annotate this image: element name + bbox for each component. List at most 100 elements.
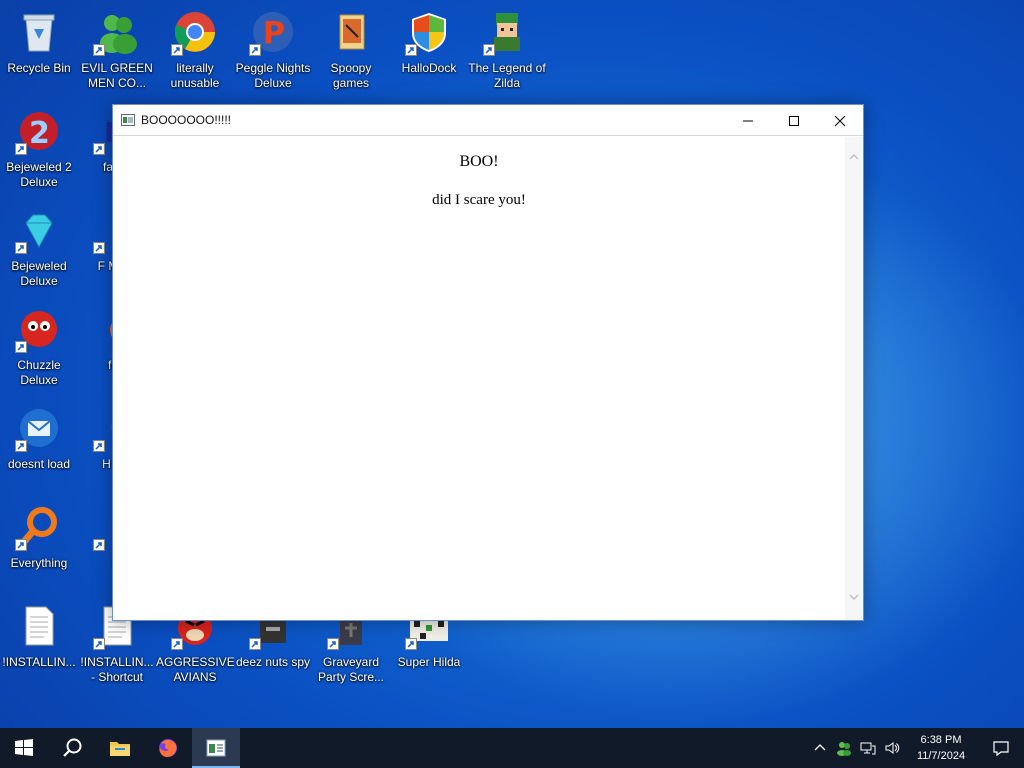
desktop-icon-literally-unusable[interactable]: literally unusable	[156, 4, 234, 96]
desktop-icon-label: literally unusable	[170, 61, 220, 90]
firefox-button[interactable]	[144, 728, 192, 768]
minimize-icon	[743, 120, 753, 121]
desktop-icon-spoopy-games[interactable]: Spoopy games	[312, 4, 390, 96]
start-button[interactable]	[0, 728, 48, 768]
desktop-icon-label: Chuzzle Deluxe	[17, 358, 61, 387]
boo-heading: BOO!	[459, 153, 499, 170]
shortcut-arrow-icon	[249, 44, 261, 56]
show-hidden-icons-button[interactable]	[808, 728, 832, 768]
desktop-icon-label: Graveyard Party Scre...	[317, 655, 385, 684]
desktop-icon-legend-of-zilda[interactable]: The Legend of Zilda	[468, 4, 546, 96]
app-window-icon	[206, 739, 226, 757]
desktop-icon-recycle-bin[interactable]: Recycle Bin	[0, 4, 78, 96]
shortcut-arrow-icon	[15, 440, 27, 452]
start-icon	[15, 739, 33, 756]
shortcut-arrow-icon	[93, 242, 105, 254]
desktop-icon-evil-green-men[interactable]: EVIL GREEN MEN CO...	[78, 4, 156, 96]
magnifier-icon	[15, 503, 63, 551]
search-button[interactable]	[48, 728, 96, 768]
desktop-icon-label: HalloDock	[401, 61, 457, 75]
desktop-icon-label: !INSTALLIN...	[2, 655, 76, 669]
maximize-icon	[789, 115, 799, 126]
minimize-button[interactable]	[725, 105, 771, 136]
shortcut-arrow-icon	[93, 638, 105, 650]
action-center-button[interactable]	[978, 728, 1024, 768]
shortcut-arrow-icon	[93, 440, 105, 452]
app-window-icon	[121, 114, 135, 126]
svg-text:P: P	[263, 16, 285, 51]
window-titlebar[interactable]: BOOOOOOO!!!!!	[113, 105, 863, 136]
desktop-icon-label: Bejeweled Deluxe	[11, 259, 67, 288]
desktop-icon-label: deez nuts spy	[235, 655, 311, 669]
desktop-icon-label: Everything	[10, 556, 68, 570]
shortcut-arrow-icon	[405, 638, 417, 650]
shortcut-arrow-icon	[171, 44, 183, 56]
windows-shield-icon	[405, 8, 453, 56]
desktop-icon-label: doesnt load	[7, 457, 71, 471]
volume-button[interactable]	[880, 728, 904, 768]
desktop-icon-label: Peggle Nights Deluxe	[235, 61, 311, 90]
notification-icon	[993, 741, 1009, 757]
desktop-icon-everything[interactable]: Everything	[0, 499, 78, 591]
shortcut-arrow-icon	[93, 539, 105, 551]
search-icon	[63, 738, 82, 757]
diamond-icon	[15, 206, 63, 254]
shortcut-arrow-icon	[15, 341, 27, 353]
desktop-icon-label: EVIL GREEN MEN CO...	[81, 61, 153, 90]
shortcut-arrow-icon	[483, 44, 495, 56]
shortcut-arrow-icon	[15, 539, 27, 551]
boo-app-taskbar-button[interactable]	[192, 728, 240, 768]
desktop-icon-doesnt-load[interactable]: doesnt load	[0, 400, 78, 492]
desktop-icon-bejeweled-2[interactable]: 2 Bejeweled 2 Deluxe	[0, 103, 78, 195]
boo-window[interactable]: BOOOOOOO!!!!! BOO! did I scare you!	[112, 104, 864, 621]
firefox-icon	[159, 739, 177, 757]
taskbar: 6:38 PM 11/7/2024	[0, 728, 1024, 768]
chuzzle-icon	[15, 305, 63, 353]
desktop-icon-bejeweled[interactable]: Bejeweled Deluxe	[0, 202, 78, 294]
shortcut-arrow-icon	[93, 44, 105, 56]
shortcut-arrow-icon	[15, 143, 27, 155]
people-icon	[837, 742, 851, 756]
desktop-icon-hallodock[interactable]: HalloDock	[390, 4, 468, 96]
green-men-icon	[93, 8, 141, 56]
desktop-icon-peggle[interactable]: P Peggle Nights Deluxe	[234, 4, 312, 96]
desktop-icon-installing[interactable]: !INSTALLIN...	[0, 598, 78, 690]
scare-message: did I scare you!	[432, 192, 526, 208]
text-file-icon	[15, 602, 63, 650]
svg-text:2: 2	[29, 116, 50, 151]
system-tray: 6:38 PM 11/7/2024	[808, 728, 1024, 768]
chrome-icon	[171, 8, 219, 56]
close-button[interactable]	[817, 105, 863, 136]
file-explorer-button[interactable]	[96, 728, 144, 768]
chevron-up-icon	[814, 744, 826, 751]
desktop-icon-label: !INSTALLIN... - Shortcut	[80, 655, 154, 684]
clock-time: 6:38 PM	[920, 734, 962, 746]
shortcut-arrow-icon	[327, 638, 339, 650]
zilda-icon	[483, 8, 531, 56]
network-button[interactable]	[856, 728, 880, 768]
bejeweled2-icon: 2	[15, 107, 63, 155]
peggle-icon: P	[249, 8, 297, 56]
thunderbird-icon	[15, 404, 63, 452]
shortcut-arrow-icon	[249, 638, 261, 650]
desktop-icon-label: The Legend of Zilda	[468, 61, 546, 90]
desktop-icon-label: Recycle Bin	[7, 61, 71, 75]
shortcut-arrow-icon	[15, 242, 27, 254]
shortcut-arrow-icon	[171, 638, 183, 650]
vertical-scrollbar[interactable]	[845, 137, 863, 620]
shortcut-arrow-icon	[405, 44, 417, 56]
clock-date: 11/7/2024	[916, 750, 966, 762]
people-tray-button[interactable]	[832, 728, 856, 768]
desktop-icon-label: Bejeweled 2 Deluxe	[6, 160, 72, 189]
shortcut-arrow-icon	[93, 143, 105, 155]
taskbar-clock[interactable]: 6:38 PM 11/7/2024	[904, 728, 978, 768]
maximize-button[interactable]	[771, 105, 817, 136]
desktop-icon-chuzzle[interactable]: Chuzzle Deluxe	[0, 301, 78, 393]
desktop-icon-label: Spoopy games	[330, 61, 372, 90]
scroll-up-icon[interactable]	[848, 151, 860, 163]
close-icon	[834, 115, 846, 126]
file-explorer-icon	[110, 742, 130, 756]
network-icon	[860, 742, 876, 755]
scroll-down-icon[interactable]	[848, 591, 860, 603]
window-title: BOOOOOOO!!!!!	[141, 113, 232, 127]
